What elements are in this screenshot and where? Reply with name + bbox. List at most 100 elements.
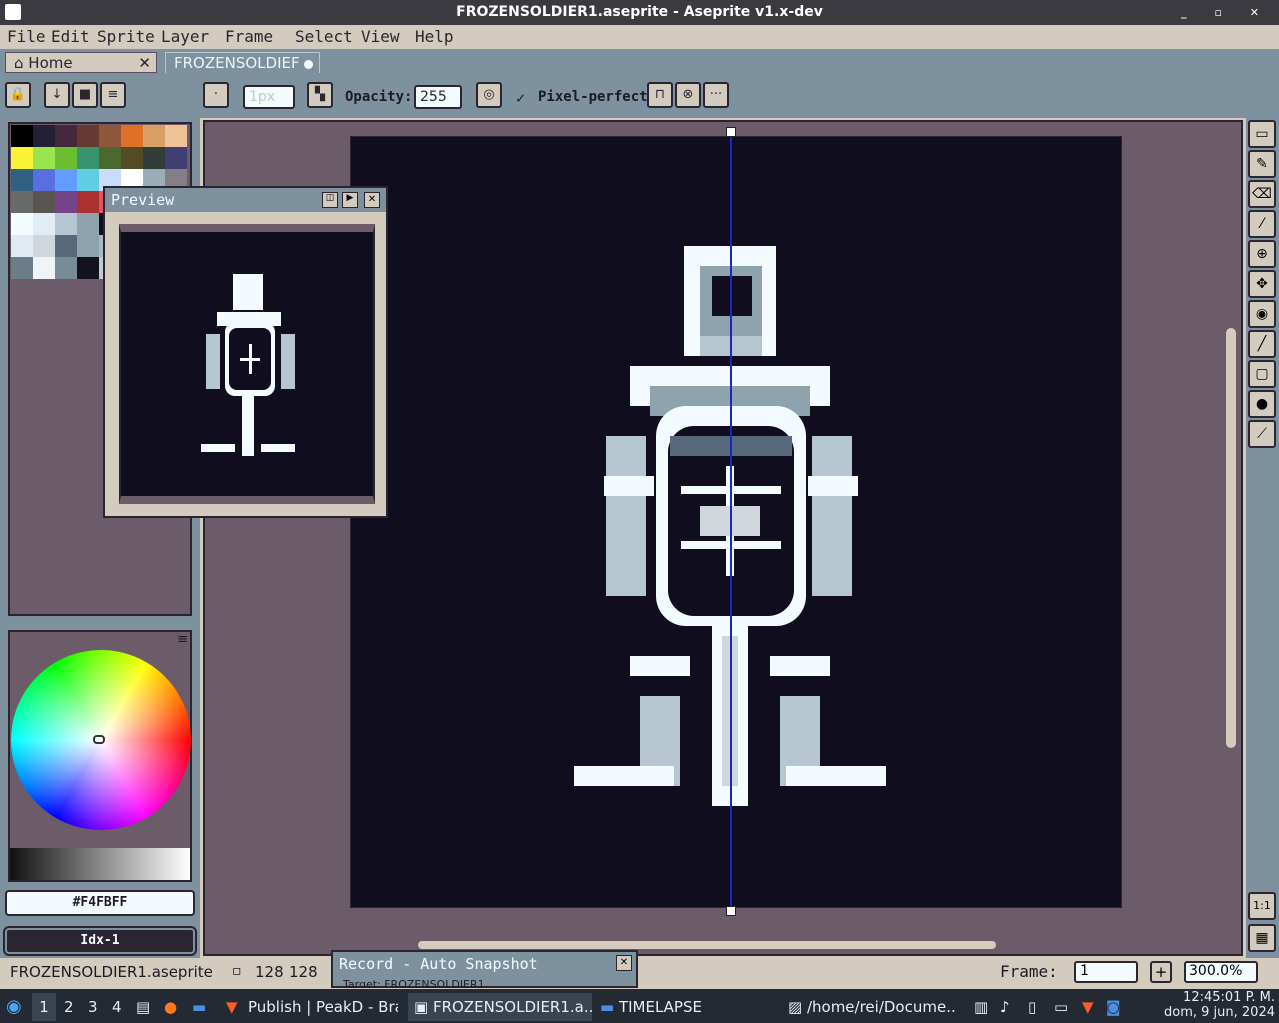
menu-edit[interactable]: Edit [51, 27, 90, 46]
color-index-field[interactable]: Idx-1 [3, 926, 197, 956]
eyedropper-tool-icon[interactable]: ⁄ [1248, 210, 1276, 238]
lock-icon[interactable]: 🔒 [5, 82, 31, 108]
palette-swatch[interactable] [11, 235, 33, 257]
opacity-input[interactable]: 255 [414, 85, 462, 109]
more-options-button[interactable]: ··· [703, 82, 729, 108]
brave-icon[interactable]: ▼ [226, 993, 238, 1021]
play-icon[interactable]: ▶ [342, 192, 358, 208]
vertical-scrollbar[interactable] [1226, 328, 1236, 748]
menu-select[interactable]: Select [295, 27, 353, 46]
clock[interactable]: 12:45:01 P. M. dom, 9 jun, 2024 [1160, 990, 1275, 1020]
color-hex-field[interactable]: #F4FBFF [5, 890, 195, 916]
blur-tool-icon[interactable]: ⟋ [1248, 420, 1276, 448]
marquee-tool-icon[interactable]: ▭ [1248, 120, 1276, 148]
palette-swatch[interactable] [55, 257, 77, 279]
zoom-tool-icon[interactable]: ⊕ [1248, 240, 1276, 268]
palette-swatch[interactable] [77, 147, 99, 169]
modified-dot-icon[interactable] [304, 60, 313, 69]
palette-swatch[interactable] [121, 125, 143, 147]
palette-swatch[interactable] [33, 235, 55, 257]
menu-layer[interactable]: Layer [161, 27, 209, 46]
window-controls[interactable]: _ ▫ ✕ [1181, 0, 1271, 25]
rectangle-tool-icon[interactable]: ▢ [1248, 360, 1276, 388]
add-frame-button[interactable]: + [1150, 961, 1172, 983]
menu-sprite[interactable]: Sprite [97, 27, 155, 46]
palette-swatch[interactable] [33, 147, 55, 169]
tray-files-icon[interactable]: ▯ [1028, 993, 1036, 1021]
workspace-4[interactable]: 4 [112, 993, 122, 1021]
color-wheel-cursor-icon[interactable] [93, 735, 105, 744]
zoom-1to1-button[interactable]: 1:1 [1248, 892, 1276, 920]
menu-file[interactable]: File [7, 27, 46, 46]
menu-help[interactable]: Help [415, 27, 454, 46]
symmetry-vertical-icon[interactable]: ⊓ [647, 82, 673, 108]
palette-swatch[interactable] [99, 147, 121, 169]
symmetry-axis[interactable] [730, 132, 732, 912]
tray-brave-icon[interactable]: ▼ [1082, 993, 1094, 1021]
palette-swatch[interactable] [55, 125, 77, 147]
palette-swatch[interactable] [165, 125, 187, 147]
taskbar-item-folder[interactable]: ▬ TIMELAPSE [600, 993, 780, 1021]
pixel-perfect-label[interactable]: Pixel-perfect [538, 89, 648, 105]
timeline-icon[interactable]: ▦ [1248, 924, 1276, 952]
palette-swatch[interactable] [11, 191, 33, 213]
tab-file[interactable]: FROZENSOLDIEF [165, 52, 320, 73]
target-icon[interactable]: ◎ [476, 82, 502, 108]
symmetry-handle-bottom[interactable] [726, 906, 736, 916]
ink-icon[interactable]: ▚ [307, 82, 333, 108]
move-tool-icon[interactable]: ✥ [1248, 270, 1276, 298]
palette-swatch[interactable] [77, 191, 99, 213]
eraser-tool-icon[interactable]: ⌫ [1248, 180, 1276, 208]
file-manager-icon[interactable]: ▤ [136, 993, 150, 1021]
palette-swatch[interactable] [11, 125, 33, 147]
taskbar-item-browser[interactable]: Publish | PeakD - Bra... [248, 993, 398, 1021]
square-icon[interactable]: ■ [72, 82, 98, 108]
palette-swatch[interactable] [33, 257, 55, 279]
tab-home[interactable]: ⌂ Home ✕ [5, 52, 157, 73]
palette-swatch[interactable] [55, 147, 77, 169]
pixel-perfect-check-icon[interactable]: ✓ [516, 89, 525, 107]
palette-swatch[interactable] [77, 213, 99, 235]
horizontal-scrollbar[interactable] [418, 941, 996, 949]
palette-swatch[interactable] [11, 169, 33, 191]
zoom-input[interactable]: 300.0% [1184, 961, 1258, 983]
workspace-1[interactable]: 1 [32, 993, 56, 1021]
palette-swatch[interactable] [143, 125, 165, 147]
palette-swatch[interactable] [33, 125, 55, 147]
contour-tool-icon[interactable]: ● [1248, 390, 1276, 418]
gray-slider[interactable] [10, 848, 190, 880]
palette-swatch[interactable] [143, 147, 165, 169]
volume-icon[interactable]: ♪ [1000, 993, 1010, 1021]
tray-display-icon[interactable]: ▭ [1054, 993, 1068, 1021]
menu-view[interactable]: View [361, 27, 400, 46]
brush-size-input[interactable]: 1px [243, 85, 295, 109]
palette-swatch[interactable] [11, 213, 33, 235]
workspace-3[interactable]: 3 [88, 993, 98, 1021]
tray-clipboard-icon[interactable]: ▥ [974, 993, 988, 1021]
palette-swatch[interactable] [121, 147, 143, 169]
palette-swatch[interactable] [77, 257, 99, 279]
symmetry-handle-top[interactable] [726, 127, 736, 137]
palette-swatch[interactable] [77, 235, 99, 257]
tab-home-close-icon[interactable]: ✕ [138, 53, 151, 74]
menu-lines-icon[interactable]: ≡ [100, 82, 126, 108]
palette-swatch[interactable] [11, 147, 33, 169]
palette-swatch[interactable] [55, 235, 77, 257]
menu-frame[interactable]: Frame [225, 27, 273, 46]
window-icon[interactable]: ▬ [192, 993, 206, 1021]
brush-type-button[interactable]: · [203, 82, 229, 108]
preview-close-icon[interactable]: ✕ [364, 192, 380, 208]
palette-swatch[interactable] [99, 125, 121, 147]
firefox-icon[interactable]: ● [164, 993, 177, 1021]
arrow-down-icon[interactable]: ↓ [44, 82, 70, 108]
taskbar-item-aseprite[interactable]: ▣ FROZENSOLDIER1.a... [408, 993, 592, 1021]
palette-swatch[interactable] [55, 191, 77, 213]
palette-swatch[interactable] [165, 147, 187, 169]
palette-swatch[interactable] [55, 213, 77, 235]
record-close-icon[interactable]: ✕ [616, 955, 632, 971]
palette-swatch[interactable] [33, 169, 55, 191]
line-tool-icon[interactable]: ╱ [1248, 330, 1276, 358]
center-icon[interactable]: ◫ [322, 192, 338, 208]
frame-input[interactable]: 1 [1074, 961, 1138, 983]
palette-swatch[interactable] [55, 169, 77, 191]
